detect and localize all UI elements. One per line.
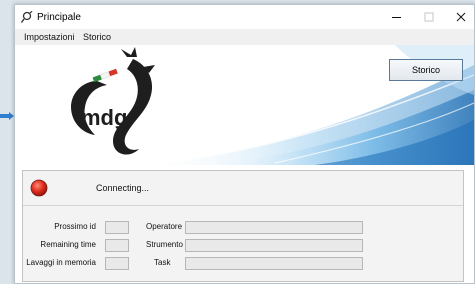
divider — [23, 205, 463, 206]
prossimo-id-label: Prossimo id — [54, 222, 96, 231]
storico-button[interactable]: Storico — [389, 59, 463, 81]
desktop-arrow-icon — [0, 112, 14, 120]
strumento-label: Strumento — [146, 240, 183, 249]
maximize-icon[interactable] — [413, 7, 445, 27]
status-panel: Connecting... Prossimo id Remaining time… — [22, 170, 464, 282]
strumento-field — [185, 239, 363, 252]
lavaggi-label: Lavaggi in memoria — [26, 258, 96, 267]
logo-text: mdg — [81, 105, 127, 130]
prossimo-id-field — [105, 221, 129, 234]
operatore-field — [185, 221, 363, 234]
app-pin-icon — [21, 11, 33, 23]
remaining-time-label: Remaining time — [40, 240, 96, 249]
dragon-logo: mdg — [71, 47, 155, 155]
task-label: Task — [154, 258, 171, 267]
remaining-time-field — [105, 239, 129, 252]
red-status-led-icon — [30, 179, 48, 197]
minimize-icon[interactable] — [380, 7, 412, 27]
menu-bar: Impostazioni Storico — [15, 29, 474, 45]
title-bar: Principale — [15, 5, 474, 29]
task-field — [185, 257, 363, 270]
menu-storico[interactable]: Storico — [83, 32, 111, 42]
menu-impostazioni[interactable]: Impostazioni — [24, 32, 75, 42]
connection-status: Connecting... — [96, 183, 150, 193]
main-window: Principale Impostazioni Storico mdg Stor… — [14, 4, 475, 284]
window-title: Principale — [37, 12, 81, 23]
operatore-label: Operatore — [146, 222, 183, 231]
close-icon[interactable] — [445, 7, 475, 27]
banner: mdg Storico — [15, 45, 474, 165]
lavaggi-field — [105, 257, 129, 270]
